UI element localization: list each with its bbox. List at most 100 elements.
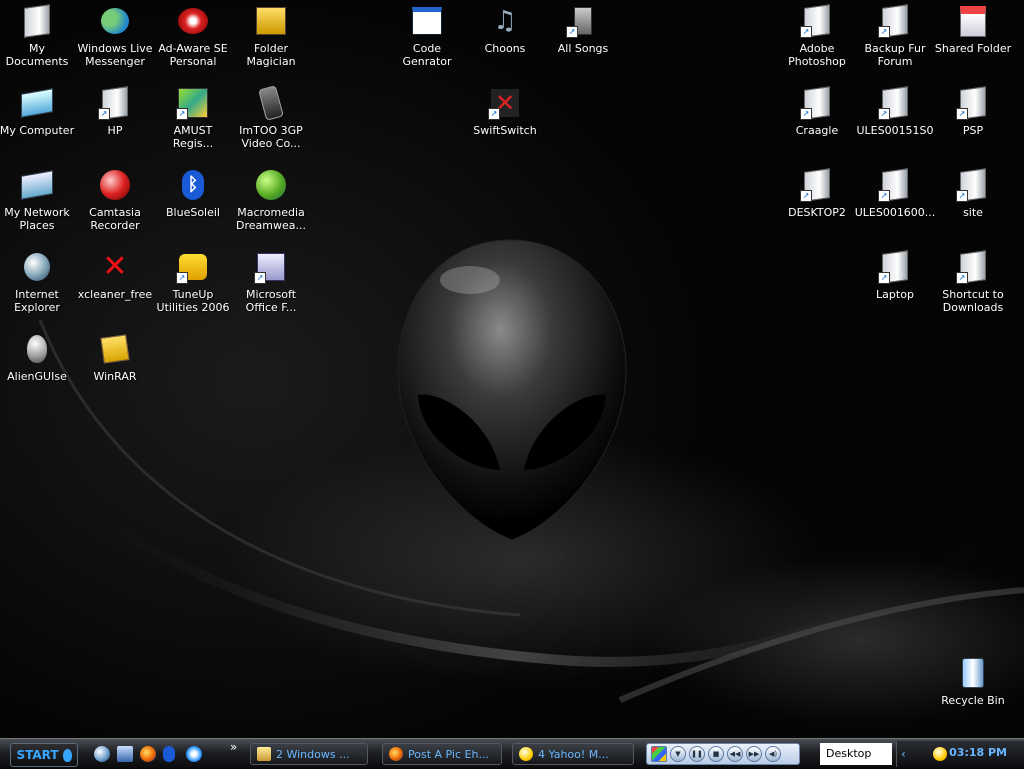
firefox-icon — [389, 747, 403, 761]
icon-label: Code Genrator — [402, 42, 452, 68]
folder-magician-icon — [256, 7, 286, 35]
quicklaunch-firefox-icon[interactable] — [140, 746, 156, 762]
desktop-icon-amust[interactable]: ↗ AMUST Regis... — [154, 86, 232, 150]
shortcut-arrow-icon: ↗ — [800, 190, 812, 202]
icon-label: All Songs — [557, 42, 609, 55]
shortcut-arrow-icon: ↗ — [176, 272, 188, 284]
desktop-icon-bluesoleil[interactable]: ᛒ BlueSoleil — [154, 168, 232, 219]
music-note-icon: ♫ — [493, 6, 517, 36]
quicklaunch-ie-icon[interactable] — [94, 746, 110, 762]
record-icon — [100, 170, 130, 200]
desktop-icon-winrar[interactable]: WinRAR — [76, 332, 154, 383]
desktop-icon-tuneup[interactable]: ↗ TuneUp Utilities 2006 — [154, 250, 232, 314]
windows-logo-icon[interactable] — [651, 746, 667, 762]
icon-label: AMUST Regis... — [172, 124, 214, 150]
desktop-icon-laptop[interactable]: ↗ Laptop — [856, 250, 934, 301]
stop-icon[interactable]: ■ — [708, 746, 724, 762]
icon-label: ULES00151S0 — [856, 124, 934, 137]
icon-label: TuneUp Utilities 2006 — [156, 288, 230, 314]
icon-label: Shared Folder — [934, 42, 1012, 55]
shortcut-arrow-icon: ↗ — [956, 272, 968, 284]
shortcut-arrow-icon: ↗ — [488, 108, 500, 120]
icon-label: SwiftSwitch — [473, 124, 537, 137]
pause-icon[interactable]: ❚❚ — [689, 746, 705, 762]
desktop-icon-ms-office[interactable]: ↗ Microsoft Office F... — [232, 250, 310, 314]
desktop-icon-recycle-bin[interactable]: Recycle Bin — [934, 656, 1012, 707]
shortcut-arrow-icon: ↗ — [98, 108, 110, 120]
quicklaunch-bluetooth-icon[interactable] — [163, 746, 175, 762]
shortcut-arrow-icon: ↗ — [878, 272, 890, 284]
recycle-bin-icon — [962, 658, 984, 688]
desktop-icon-ules001600[interactable]: ↗ ULES001600... — [855, 168, 935, 219]
ad-aware-icon — [178, 8, 208, 34]
quicklaunch-media-player-icon[interactable] — [186, 746, 202, 762]
desktop-icon-dreamweaver[interactable]: Macromedia Dreamwea... — [232, 168, 310, 232]
desktop-icon-psp[interactable]: ↗ PSP — [934, 86, 1012, 137]
desktop-toolbar-label: Desktop — [826, 747, 872, 760]
icon-label: Camtasia Recorder — [89, 206, 141, 232]
previous-icon[interactable]: ◀◀ — [727, 746, 743, 762]
desktop-icon-all-songs[interactable]: ↗ All Songs — [544, 4, 622, 55]
desktop-icon-site[interactable]: ↗ site — [934, 168, 1012, 219]
task-button-post-a-pic[interactable]: Post A Pic Eh... — [382, 743, 502, 765]
task-button-yahoo[interactable]: 4 Yahoo! M... — [512, 743, 634, 765]
desktop-icon-my-computer[interactable]: My Computer — [0, 86, 76, 137]
icon-label: xcleaner_free — [77, 288, 153, 301]
tray-expand-arrow-icon[interactable]: ‹ — [901, 747, 906, 761]
folder-icon — [257, 747, 271, 761]
messenger-icon — [101, 8, 129, 34]
phone-icon — [258, 85, 284, 121]
desktop-icon-camtasia-recorder[interactable]: Camtasia Recorder — [76, 168, 154, 232]
quicklaunch-desktop-icon[interactable] — [117, 746, 133, 762]
desktop-icon-imtoo[interactable]: ImTOO 3GP Video Co... — [232, 85, 310, 150]
icon-label: Ad-Aware SE Personal — [158, 42, 228, 68]
window-icon — [412, 7, 442, 35]
yahoo-tray-icon[interactable] — [933, 747, 947, 761]
desktop[interactable]: My Documents My Computer My Network Plac… — [0, 0, 1024, 738]
icon-label: Laptop — [876, 288, 914, 301]
icon-label: Folder Magician — [246, 42, 296, 68]
next-icon[interactable]: ▶▶ — [746, 746, 762, 762]
shortcut-arrow-icon: ↗ — [176, 108, 188, 120]
shared-folder-icon — [960, 5, 986, 37]
desktop-icon-hp[interactable]: ↗ HP — [76, 86, 154, 137]
desktop-icon-my-network-places[interactable]: My Network Places — [0, 168, 76, 232]
desktop-icon-folder-magician[interactable]: Folder Magician — [232, 4, 310, 68]
icon-label: AlienGUIse — [7, 370, 67, 383]
start-button[interactable]: START — [10, 743, 78, 767]
desktop-icon-xcleaner[interactable]: ✕ xcleaner_free — [76, 250, 154, 302]
quicklaunch-overflow-chevron[interactable]: » — [230, 740, 237, 754]
desktop-icon-shortcut-to-downloads[interactable]: ↗ Shortcut to Downloads — [934, 250, 1012, 314]
clock[interactable]: 03:18 PM — [949, 746, 1007, 759]
desktop-icon-ules00151s0[interactable]: ↗ ULES00151S0 — [856, 86, 934, 137]
icon-label: Backup Fur Forum — [864, 42, 926, 68]
task-button-windows[interactable]: 2 Windows ... — [250, 743, 368, 765]
volume-icon[interactable]: ◀) — [765, 746, 781, 762]
desktop-icon-craagle[interactable]: ↗ Craagle — [778, 86, 856, 137]
desktop-icon-adobe-photoshop[interactable]: ↗ Adobe Photoshop — [778, 4, 856, 68]
desktop-icon-swiftswitch[interactable]: ✕ ↗ SwiftSwitch — [466, 86, 544, 137]
icon-label: BlueSoleil — [166, 206, 220, 219]
icon-label: HP — [107, 124, 123, 137]
icon-label: DESKTOP2 — [788, 206, 846, 219]
desktop-icon-shared-folder[interactable]: Shared Folder — [934, 4, 1012, 55]
icon-label: My Computer — [0, 124, 75, 137]
desktop-icon-windows-live-messenger[interactable]: Windows Live Messenger — [76, 4, 154, 68]
desktop-icon-choons[interactable]: ♫ Choons — [466, 4, 544, 55]
desktop-toolbar-chevron[interactable]: » — [880, 740, 887, 754]
desktop-icon-code-genrator[interactable]: Code Genrator — [388, 4, 466, 68]
desktop-icon-alienguise[interactable]: AlienGUIse — [0, 332, 76, 383]
icon-label: My Documents — [5, 42, 69, 68]
desktop-icon-desktop2[interactable]: ↗ DESKTOP2 — [778, 168, 856, 219]
menu-down-icon[interactable]: ▼ — [670, 746, 686, 762]
desktop-icon-my-documents[interactable]: My Documents — [0, 4, 76, 68]
shortcut-arrow-icon: ↗ — [254, 272, 266, 284]
shortcut-arrow-icon: ↗ — [956, 108, 968, 120]
desktop-icon-ad-aware[interactable]: Ad-Aware SE Personal — [154, 4, 232, 68]
desktop-icon-backup-fur-forum[interactable]: ↗ Backup Fur Forum — [856, 4, 934, 68]
icon-label: Windows Live Messenger — [77, 42, 153, 68]
desktop-icon-internet-explorer[interactable]: Internet Explorer — [0, 250, 76, 314]
network-icon — [21, 170, 53, 200]
icon-label: Microsoft Office F... — [245, 288, 297, 314]
icon-label: Adobe Photoshop — [788, 42, 846, 68]
